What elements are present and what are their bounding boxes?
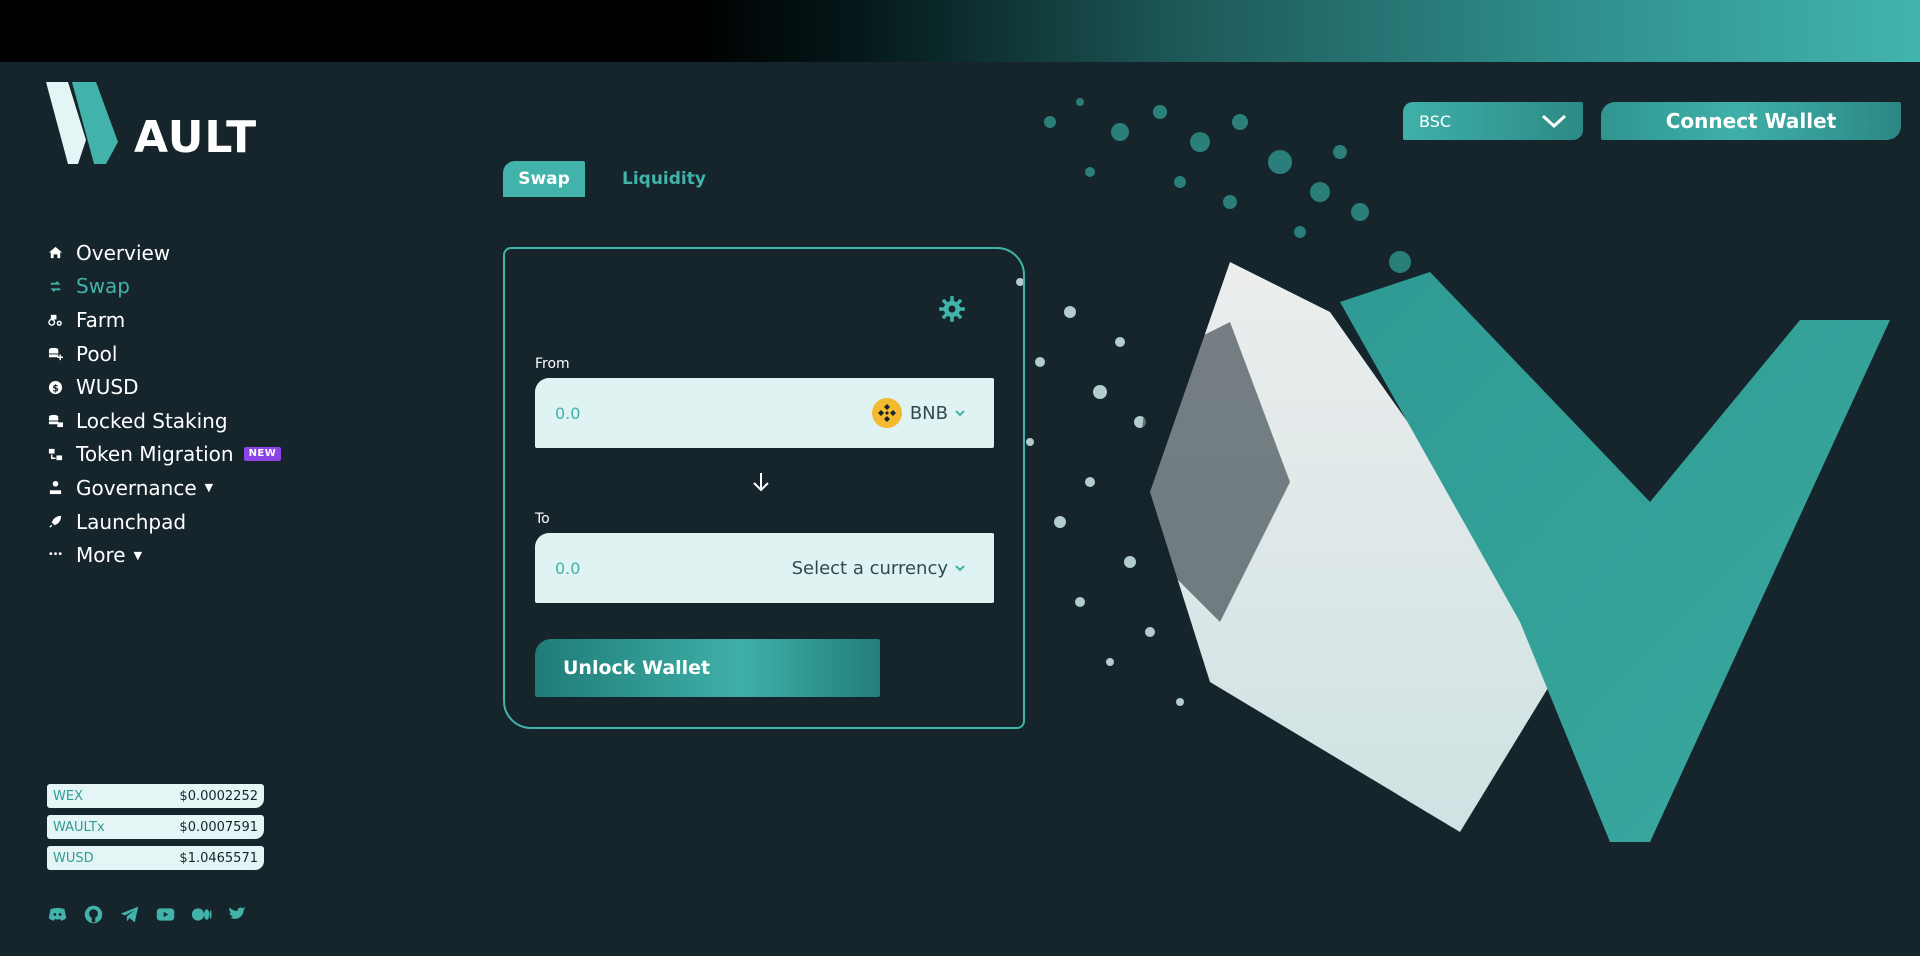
price-row-wex: WEX $0.0002252 (47, 784, 264, 808)
price-value: $0.0002252 (179, 788, 258, 804)
telegram-icon[interactable] (118, 903, 140, 925)
sidebar-item-label: WUSD (76, 375, 139, 400)
price-value: $1.0465571 (179, 850, 258, 866)
sidebar-item-label: Farm (76, 307, 126, 332)
more-icon (46, 546, 64, 564)
governance-icon (46, 479, 64, 497)
chevron-down-icon (955, 410, 965, 417)
sidebar-item-label: More (76, 543, 126, 568)
sidebar-item-label: Pool (76, 341, 118, 366)
sidebar-item-label: Governance (76, 475, 197, 500)
from-label: From (535, 356, 570, 372)
wault-w-mark (46, 82, 118, 164)
bnb-icon (871, 398, 902, 428)
wault-logo[interactable]: AULT (46, 82, 256, 166)
caret-down-icon: ▼ (204, 481, 214, 495)
sidebar-item-overview[interactable]: Overview (46, 236, 281, 270)
connect-wallet-button[interactable]: Connect Wallet (1601, 102, 1901, 140)
from-token-box: BNB (535, 378, 994, 448)
sidebar-item-launchpad[interactable]: Launchpad (46, 505, 281, 539)
to-amount-input[interactable] (555, 558, 755, 578)
sidebar-item-locked-staking[interactable]: Locked Staking (46, 404, 281, 438)
sidebar-item-label: Locked Staking (76, 408, 228, 433)
logo-text: AULT (134, 112, 258, 163)
price-row-wusd: WUSD $1.0465571 (47, 846, 264, 870)
discord-icon[interactable] (46, 903, 68, 925)
unlock-wallet-button[interactable]: Unlock Wallet (535, 639, 880, 697)
sidebar-item-governance[interactable]: Governance ▼ (46, 471, 281, 505)
coins-lock-icon (46, 412, 64, 430)
sidebar-item-label: Swap (76, 274, 131, 299)
to-currency-selector[interactable]: Select a currency (792, 558, 966, 579)
rocket-icon (46, 513, 64, 531)
price-name: WUSD (53, 850, 94, 866)
social-links (46, 903, 248, 925)
sidebar-item-more[interactable]: More ▼ (46, 538, 281, 572)
medium-icon[interactable] (190, 903, 212, 925)
to-token-box: Select a currency (535, 533, 994, 603)
price-name: WEX (53, 788, 83, 804)
sidebar-nav: Overview Swap Farm Pool $ WUSD Locked St… (46, 236, 282, 572)
tab-swap[interactable]: Swap (503, 161, 585, 197)
select-currency-label: Select a currency (791, 557, 948, 579)
gear-icon[interactable] (938, 295, 966, 323)
from-amount-input[interactable] (555, 403, 755, 423)
vault-hero-illustration (1016, 98, 1890, 842)
twitter-icon[interactable] (226, 903, 248, 925)
network-label: BSC (1419, 111, 1452, 131)
sidebar-item-pool[interactable]: Pool (46, 337, 281, 371)
svg-text:$: $ (52, 383, 59, 394)
arrow-down-icon[interactable] (749, 470, 773, 494)
swap-card: From BNB To Select a currency (503, 247, 1025, 729)
to-label: To (535, 511, 550, 527)
sidebar-item-farm[interactable]: Farm (46, 303, 281, 337)
migration-icon (46, 445, 64, 463)
sidebar-item-label: Token Migration (76, 442, 234, 467)
top-gradient-bar (0, 0, 1920, 62)
home-icon (46, 244, 64, 262)
caret-down-icon: ▼ (133, 548, 143, 562)
price-value: $0.0007591 (179, 819, 258, 835)
sidebar-item-label: Launchpad (76, 509, 187, 534)
chevron-down-icon (1541, 114, 1567, 129)
price-row-waultx: WAULTx $0.0007591 (47, 815, 264, 839)
sidebar-item-wusd[interactable]: $ WUSD (46, 370, 281, 404)
sidebar-item-token-migration[interactable]: Token Migration NEW (46, 438, 282, 472)
price-tickers: WEX $0.0002252 WAULTx $0.0007591 WUSD $1… (47, 784, 264, 877)
price-name: WAULTx (53, 819, 105, 835)
sidebar-item-swap[interactable]: Swap (46, 270, 281, 304)
tractor-icon (46, 311, 64, 329)
dollar-coin-icon: $ (46, 378, 64, 396)
network-selector[interactable]: BSC (1403, 102, 1583, 140)
tab-liquidity[interactable]: Liquidity (622, 161, 706, 197)
chevron-down-icon (955, 565, 965, 572)
swap-icon (46, 277, 64, 295)
youtube-icon[interactable] (154, 903, 176, 925)
from-token-symbol: BNB (909, 402, 948, 424)
new-badge: NEW (243, 447, 282, 462)
sidebar-item-label: Overview (76, 240, 171, 265)
coins-plus-icon (46, 345, 64, 363)
github-icon[interactable] (82, 903, 104, 925)
from-currency-selector[interactable]: BNB (871, 398, 966, 428)
